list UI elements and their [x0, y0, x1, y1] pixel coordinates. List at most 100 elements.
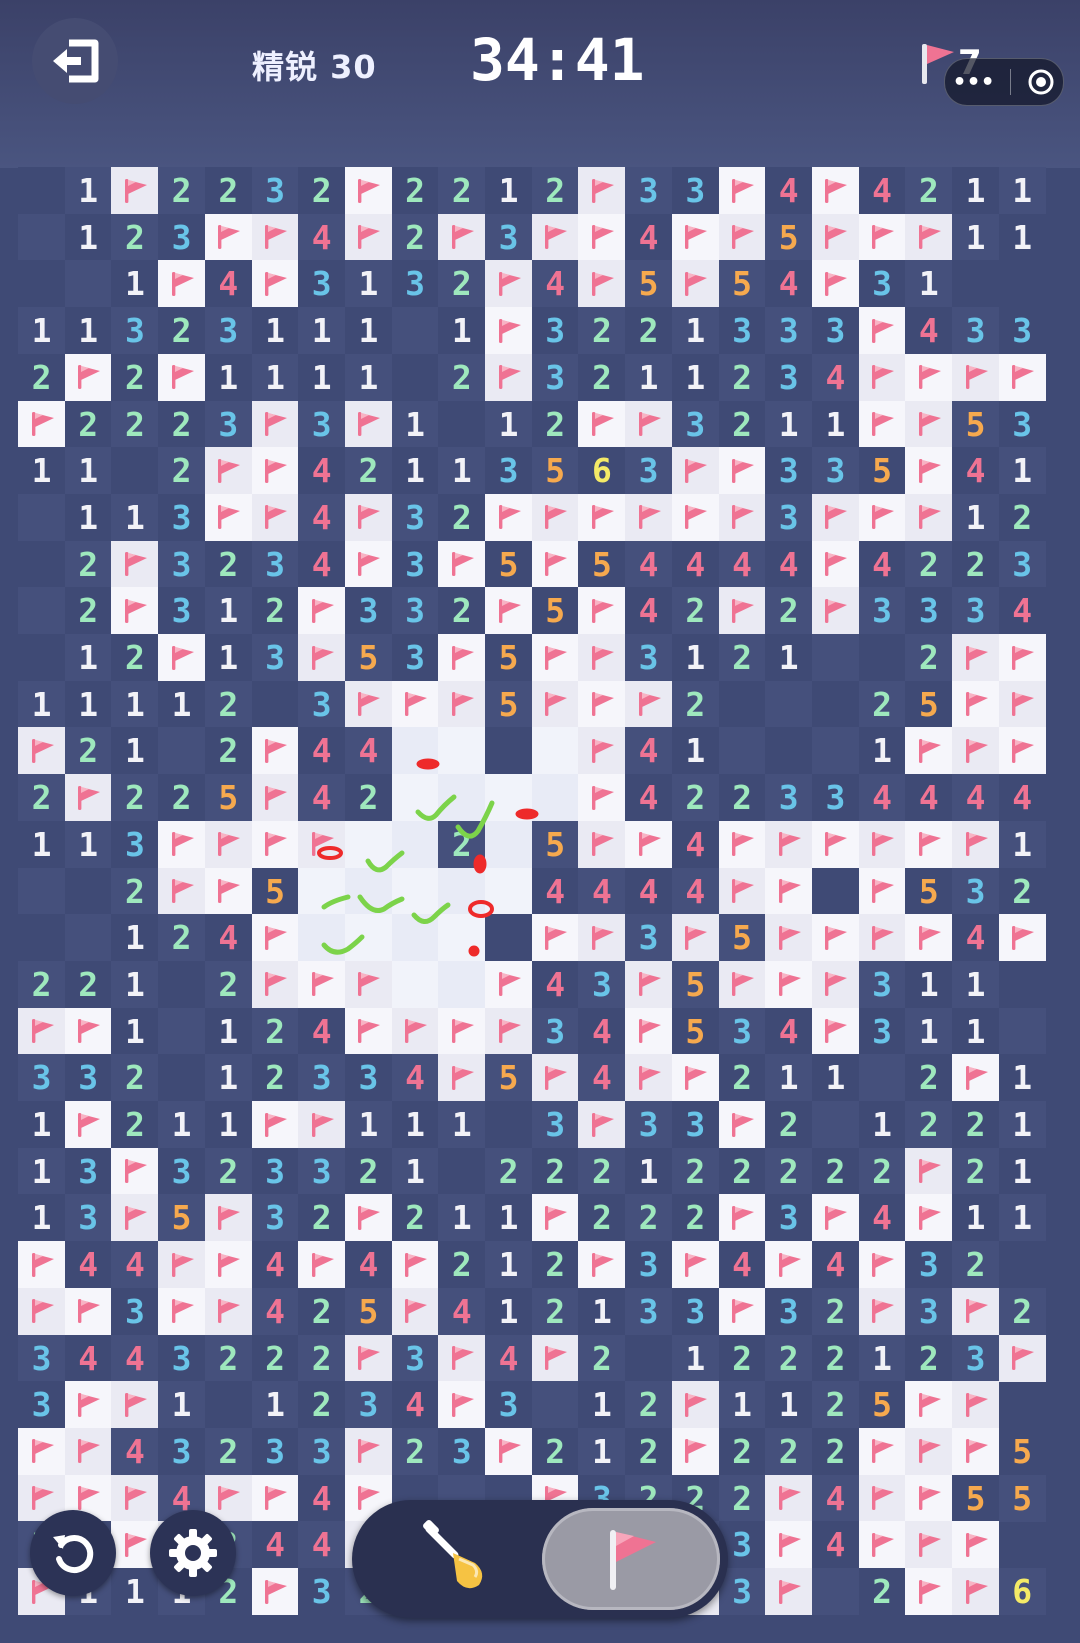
number-cell[interactable]: 1: [111, 493, 159, 541]
flagged-cell[interactable]: [905, 1381, 953, 1429]
flagged-cell[interactable]: [298, 1101, 346, 1148]
flagged-cell[interactable]: [344, 680, 392, 728]
flagged-cell[interactable]: [438, 1007, 486, 1055]
flagged-cell[interactable]: [718, 820, 766, 868]
number-cell[interactable]: 3: [485, 213, 532, 261]
flagged-cell[interactable]: [671, 1427, 719, 1475]
flagged-cell[interactable]: [531, 493, 579, 541]
number-cell[interactable]: 5: [344, 634, 392, 681]
flagged-cell[interactable]: [438, 1054, 486, 1102]
number-cell[interactable]: 3: [251, 1194, 299, 1242]
number-cell[interactable]: 2: [952, 1241, 999, 1289]
number-cell[interactable]: 1: [952, 1194, 999, 1242]
flagged-cell[interactable]: [111, 587, 159, 635]
number-cell[interactable]: 2: [765, 587, 813, 635]
empty-cell[interactable]: [625, 1334, 673, 1382]
number-cell[interactable]: 2: [344, 447, 392, 495]
number-cell[interactable]: 3: [625, 1241, 673, 1289]
number-cell[interactable]: 2: [64, 727, 112, 775]
flagged-cell[interactable]: [485, 260, 532, 308]
flagged-cell[interactable]: [998, 1334, 1046, 1382]
number-cell[interactable]: 5: [858, 447, 906, 495]
number-cell[interactable]: 4: [718, 540, 766, 588]
flagged-cell[interactable]: [204, 867, 252, 915]
number-cell[interactable]: 4: [858, 167, 906, 214]
number-cell[interactable]: 2: [718, 634, 766, 681]
number-cell[interactable]: 3: [251, 1427, 299, 1475]
number-cell[interactable]: 1: [391, 1147, 439, 1195]
flagged-cell[interactable]: [18, 400, 65, 448]
flagged-cell[interactable]: [485, 1007, 532, 1055]
flagged-cell[interactable]: [438, 680, 486, 728]
flagged-cell[interactable]: [111, 1381, 159, 1429]
flagged-cell[interactable]: [298, 634, 346, 681]
flagged-cell[interactable]: [578, 820, 626, 868]
number-cell[interactable]: 2: [765, 1334, 813, 1382]
number-cell[interactable]: 4: [391, 1054, 439, 1102]
flagged-cell[interactable]: [905, 1568, 953, 1615]
number-cell[interactable]: 3: [344, 1054, 392, 1102]
flagged-cell[interactable]: [251, 1474, 299, 1522]
number-cell[interactable]: 1: [671, 1334, 719, 1382]
number-cell[interactable]: 1: [905, 1007, 953, 1055]
number-cell[interactable]: 1: [298, 307, 346, 355]
number-cell[interactable]: 5: [485, 680, 532, 728]
number-cell[interactable]: 2: [998, 493, 1046, 541]
number-cell[interactable]: 3: [298, 260, 346, 308]
number-cell[interactable]: 4: [671, 540, 719, 588]
number-cell[interactable]: 1: [811, 1054, 859, 1102]
number-cell[interactable]: 3: [204, 307, 252, 355]
number-cell[interactable]: 2: [158, 774, 206, 822]
number-cell[interactable]: 3: [718, 307, 766, 355]
number-cell[interactable]: 3: [625, 914, 673, 962]
flagged-cell[interactable]: [344, 400, 392, 448]
number-cell[interactable]: 4: [344, 727, 392, 775]
number-cell[interactable]: 1: [18, 1101, 65, 1148]
number-cell[interactable]: 1: [578, 1287, 626, 1335]
number-cell[interactable]: 1: [858, 1101, 906, 1148]
flagged-cell[interactable]: [438, 213, 486, 261]
number-cell[interactable]: 3: [158, 540, 206, 588]
number-cell[interactable]: 5: [905, 867, 953, 915]
number-cell[interactable]: 5: [578, 540, 626, 588]
number-cell[interactable]: 1: [485, 1287, 532, 1335]
flagged-cell[interactable]: [952, 727, 999, 775]
number-cell[interactable]: 1: [905, 960, 953, 1008]
flagged-cell[interactable]: [578, 1101, 626, 1148]
flagged-cell[interactable]: [251, 213, 299, 261]
flagged-cell[interactable]: [158, 867, 206, 915]
flagged-cell[interactable]: [251, 820, 299, 868]
number-cell[interactable]: 1: [111, 680, 159, 728]
number-cell[interactable]: 2: [858, 1568, 906, 1615]
number-cell[interactable]: 1: [18, 307, 65, 355]
number-cell[interactable]: 3: [671, 167, 719, 214]
number-cell[interactable]: 1: [998, 820, 1046, 868]
number-cell[interactable]: 2: [905, 1054, 953, 1102]
flagged-cell[interactable]: [952, 820, 999, 868]
number-cell[interactable]: 2: [158, 914, 206, 962]
flagged-cell[interactable]: [158, 1241, 206, 1289]
number-cell[interactable]: 3: [158, 493, 206, 541]
flagged-cell[interactable]: [111, 1194, 159, 1242]
number-cell[interactable]: 1: [64, 167, 112, 214]
number-cell[interactable]: 2: [531, 1147, 579, 1195]
flagged-cell[interactable]: [625, 400, 673, 448]
empty-cell[interactable]: [765, 680, 813, 728]
number-cell[interactable]: 1: [671, 634, 719, 681]
number-cell[interactable]: 2: [64, 587, 112, 635]
number-cell[interactable]: 3: [671, 1101, 719, 1148]
empty-cell[interactable]: [18, 260, 65, 308]
number-cell[interactable]: 1: [485, 1194, 532, 1242]
number-cell[interactable]: 5: [765, 213, 813, 261]
flagged-cell[interactable]: [298, 820, 346, 868]
number-cell[interactable]: 4: [298, 1007, 346, 1055]
number-cell[interactable]: 1: [952, 167, 999, 214]
flagged-cell[interactable]: [344, 1007, 392, 1055]
number-cell[interactable]: 3: [811, 447, 859, 495]
more-menu-button[interactable]: •••: [952, 70, 994, 95]
number-cell[interactable]: 4: [952, 447, 999, 495]
number-cell[interactable]: 3: [952, 307, 999, 355]
flagged-cell[interactable]: [718, 960, 766, 1008]
number-cell[interactable]: 2: [718, 1474, 766, 1522]
number-cell[interactable]: 2: [111, 1054, 159, 1102]
